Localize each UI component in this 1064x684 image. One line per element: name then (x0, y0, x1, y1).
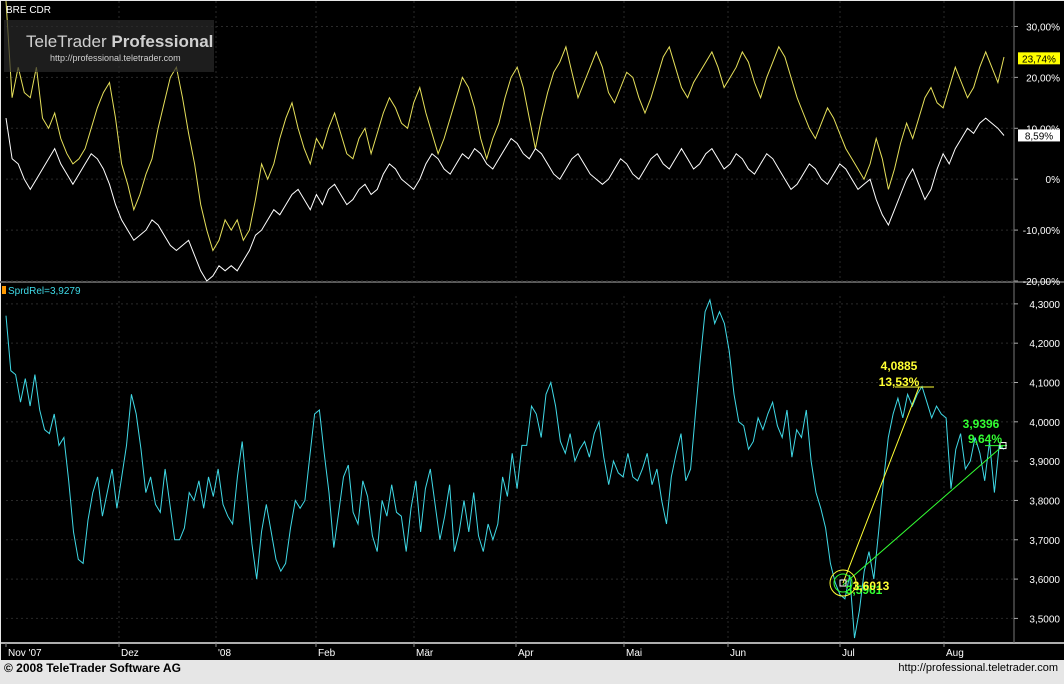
chart-canvas[interactable]: 30,00%20,00%10,00%0%-10,00%-20,00%23,74%… (0, 0, 1064, 679)
watermark-brand-light: TeleTrader (26, 32, 107, 51)
annotation-low-value-yellow: 3,6013 (853, 579, 890, 593)
x-tick-label: Mär (416, 648, 434, 659)
last-value-tag-yellow: 23,74% (1022, 54, 1056, 65)
chart-root: 30,00%20,00%10,00%0%-10,00%-20,00%23,74%… (0, 0, 1064, 679)
svg-text:TeleTrader Professiona: TeleTrader Professional (26, 32, 213, 51)
top-y-tick-label: -20,00% (1023, 277, 1060, 288)
top-y-tick-label: -10,00% (1023, 226, 1060, 237)
x-tick-label: Aug (946, 648, 964, 659)
bottom-y-tick-label: 3,5000 (1029, 614, 1060, 625)
annotation-high-value: 4,0885 (881, 359, 918, 373)
top-y-tick-label: 30,00% (1026, 22, 1060, 33)
teletrader-watermark: TeleTrader Professional http://professio… (4, 20, 214, 72)
footer-url[interactable]: http://professional.teletrader.com (898, 662, 1058, 674)
annotation-end-value: 3,9396 (963, 417, 1000, 431)
watermark-brand-bold: Professional (111, 32, 213, 51)
bottom-y-tick-label: 4,1000 (1029, 379, 1060, 390)
top-y-tick-label: 0% (1046, 175, 1061, 186)
x-tick-label: Dez (121, 648, 139, 659)
bottom-y-tick-label: 4,3000 (1029, 300, 1060, 311)
x-tick-label: Jun (730, 648, 746, 659)
bottom-y-tick-label: 3,7000 (1029, 536, 1060, 547)
x-tick-label: Mai (626, 648, 642, 659)
bottom-panel-label: SprdRel=3,9279 (8, 286, 81, 297)
x-tick-label: Apr (518, 648, 534, 659)
x-tick-label: Feb (318, 648, 336, 659)
bottom-y-tick-label: 4,0000 (1029, 418, 1060, 429)
watermark-url: http://professional.teletrader.com (50, 53, 181, 63)
bottom-label-marker (2, 286, 6, 294)
bottom-y-tick-label: 3,8000 (1029, 496, 1060, 507)
bottom-y-tick-label: 4,2000 (1029, 339, 1060, 350)
annotation-end-pct: 9,64% (968, 432, 1002, 446)
annotation-high-pct: 13,53% (879, 375, 920, 389)
top-panel-label: BRE CDR (6, 5, 51, 16)
x-tick-label: Jul (842, 648, 855, 659)
bottom-y-tick-label: 3,6000 (1029, 575, 1060, 586)
last-value-tag-white: 8,59% (1025, 131, 1053, 142)
copyright: © 2008 TeleTrader Software AG (4, 661, 181, 675)
x-tick-label: Nov '07 (8, 648, 42, 659)
x-tick-label: '08 (218, 648, 231, 659)
bottom-y-tick-label: 3,9000 (1029, 457, 1060, 468)
top-y-tick-label: 20,00% (1026, 73, 1060, 84)
bottom-panel[interactable] (1, 282, 1064, 642)
